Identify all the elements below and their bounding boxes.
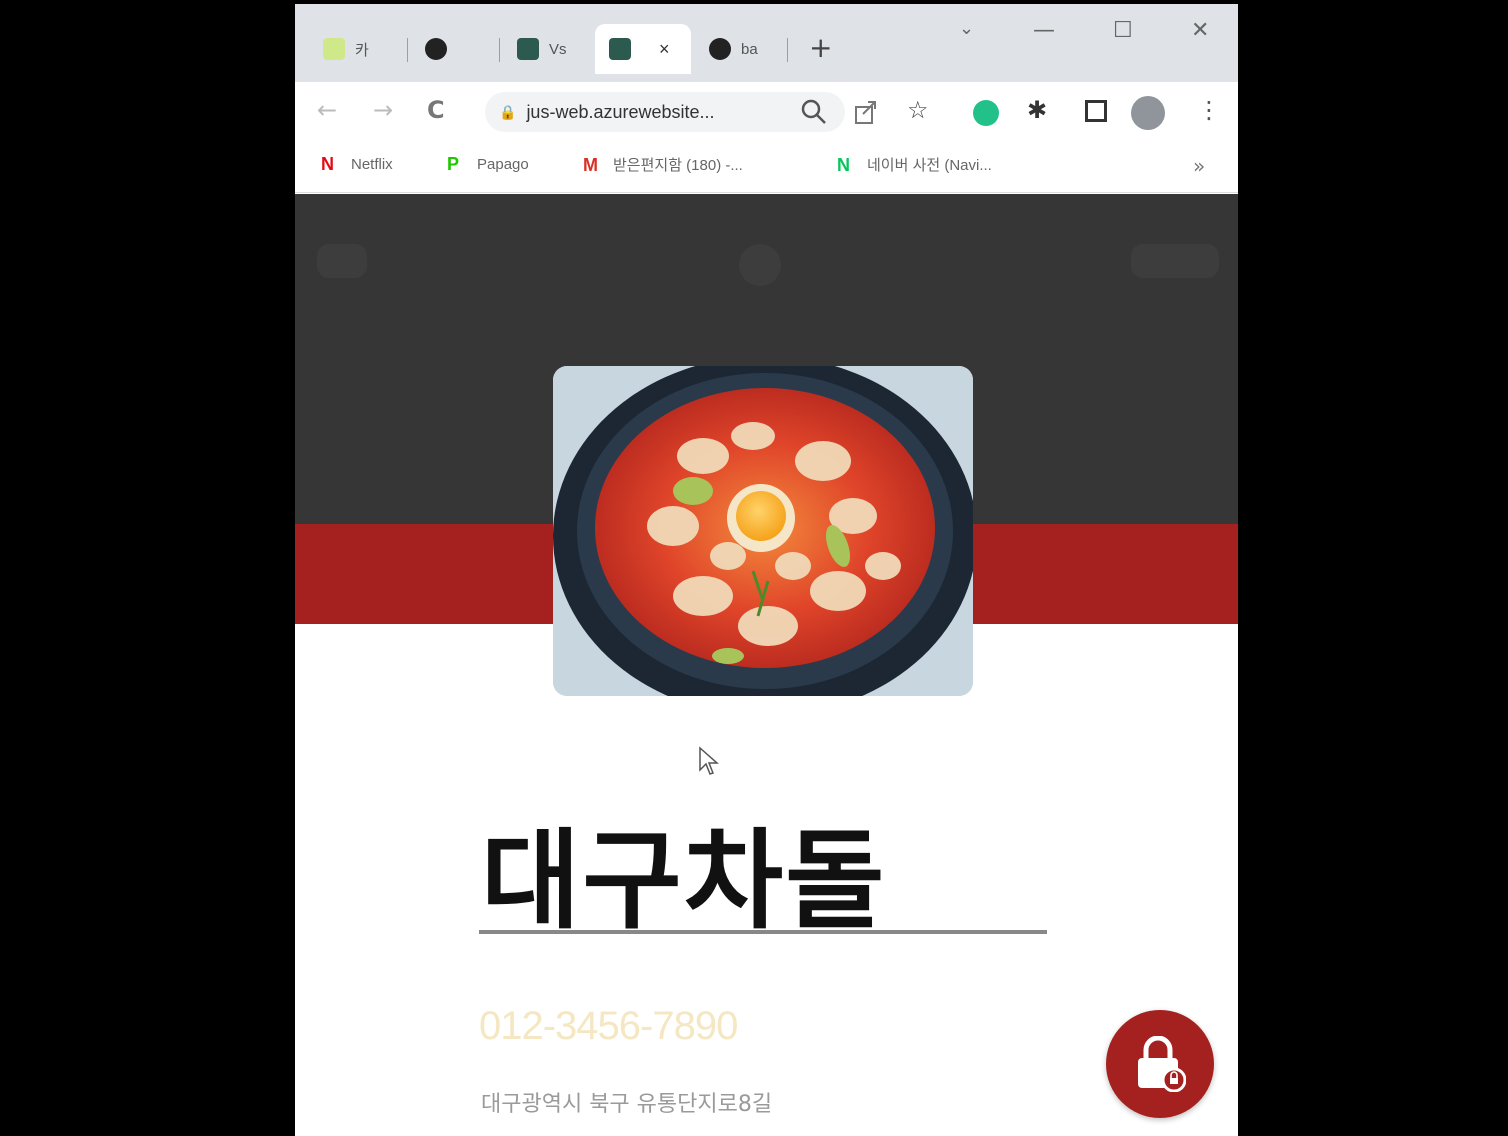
bookmark-papago[interactable]: P Papago: [447, 154, 529, 174]
bookmark-star-icon[interactable]: ☆: [907, 96, 929, 124]
close-tab-icon[interactable]: ×: [659, 39, 670, 60]
side-panel-icon[interactable]: [1085, 100, 1107, 122]
bookmark-label: Papago: [477, 155, 529, 173]
address-bar[interactable]: 🔒 jus-web.azurewebsite...: [485, 92, 845, 132]
menu-kebab-icon[interactable]: ⋮: [1197, 96, 1221, 124]
tab-github-2[interactable]: ba: [695, 24, 783, 74]
forward-button[interactable]: →: [373, 96, 393, 124]
food-photo: [553, 366, 973, 696]
restaurant-page: 대구차돌 012-3456-7890 대구광역시 북구 유통단지로8길: [295, 194, 1238, 1136]
tab-label: ba: [741, 40, 758, 58]
share-icon[interactable]: [853, 98, 881, 126]
map-pin-icon: [323, 38, 345, 60]
bookmark-gmail[interactable]: M 받은편지함 (180) -...: [583, 154, 743, 175]
extensions-puzzle-icon[interactable]: ✱: [1027, 96, 1047, 124]
lock-icon: 🔒: [499, 103, 517, 120]
browser-toolbar: ← → C 🔒 jus-web.azurewebsite... ☆ ✱ ⋮: [295, 82, 1238, 142]
tab-github-1[interactable]: [411, 24, 495, 74]
maximize-button[interactable]: ☐: [1113, 18, 1133, 43]
tab-vscode[interactable]: Vs: [503, 24, 589, 74]
lock-fab-button[interactable]: [1106, 1010, 1214, 1118]
github-icon: [709, 38, 731, 60]
bookmarks-overflow-button[interactable]: »: [1193, 154, 1205, 178]
naver-icon: N: [837, 154, 850, 175]
title-divider: [479, 930, 1047, 934]
tab-search-icon[interactable]: ⌄: [959, 18, 974, 39]
back-button[interactable]: ←: [317, 96, 337, 124]
restaurant-address: 대구광역시 북구 유통단지로8길: [481, 1092, 773, 1117]
minimize-button[interactable]: —: [1033, 18, 1055, 43]
reload-button[interactable]: C: [427, 96, 445, 124]
tab-label: [457, 41, 460, 58]
mouse-cursor-icon: [699, 746, 719, 775]
tab-maps[interactable]: 카: [309, 24, 397, 74]
bookmarks-bar: N Netflix P Papago M 받은편지함 (180) -... N …: [295, 142, 1238, 193]
restaurant-name: 대구차돌: [481, 819, 887, 944]
github-icon: [425, 38, 447, 60]
tab-active[interactable]: ×: [595, 24, 691, 74]
gmail-icon: M: [583, 154, 598, 175]
new-tab-button[interactable]: +: [809, 31, 832, 64]
bookmark-label: 네이버 사전 (Navi...: [867, 157, 992, 174]
tab-label: 카: [355, 41, 369, 59]
browser-window: 카 Vs × ba + ⌄ — ☐ ✕ ← → C 🔒 jus-web.azur…: [295, 4, 1238, 1136]
tab-label: Vs: [549, 40, 567, 58]
app-icon: [517, 38, 539, 60]
avatar[interactable]: [1131, 96, 1165, 130]
restaurant-phone[interactable]: 012-3456-7890: [479, 1004, 738, 1049]
bookmark-netflix[interactable]: N Netflix: [321, 154, 393, 174]
papago-icon: P: [447, 154, 460, 174]
nav-button[interactable]: [1131, 244, 1219, 278]
netflix-icon: N: [321, 154, 334, 174]
close-window-button[interactable]: ✕: [1191, 18, 1209, 43]
bookmark-label: Netflix: [351, 155, 393, 173]
search-icon[interactable]: [800, 98, 828, 126]
logo-icon[interactable]: [739, 244, 781, 286]
menu-icon[interactable]: [317, 244, 367, 278]
app-icon: [609, 38, 631, 60]
extension-icon[interactable]: [973, 100, 999, 126]
address-text: jus-web.azurewebsite...: [526, 101, 715, 122]
bookmark-naver-dict[interactable]: N 네이버 사전 (Navi...: [837, 154, 992, 175]
lock-icon: [1138, 1036, 1186, 1092]
bookmark-label: 받은편지함 (180) -...: [613, 157, 743, 174]
tab-strip: 카 Vs × ba + ⌄ — ☐ ✕: [295, 4, 1238, 82]
